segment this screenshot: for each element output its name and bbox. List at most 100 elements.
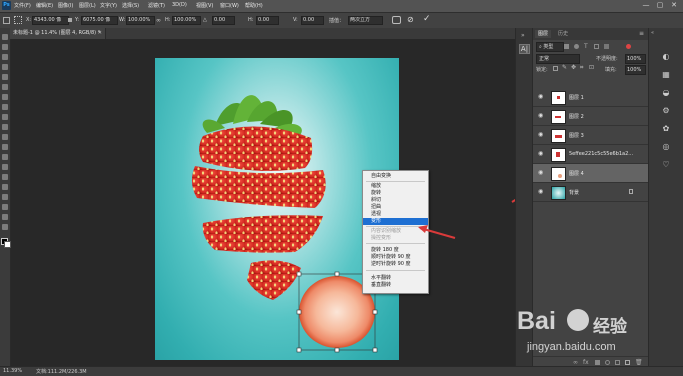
marquee-tool-icon[interactable] [2, 44, 8, 50]
vskew-input[interactable]: 0.00 [301, 16, 324, 25]
w-input[interactable]: 100.00% [126, 16, 155, 25]
brush-tool-icon[interactable] [2, 104, 8, 110]
link-icon[interactable]: ∞ [156, 17, 161, 24]
ps-logo-icon[interactable]: Ps [2, 1, 11, 10]
menu-perspective[interactable]: 透视 [363, 211, 428, 218]
x-input[interactable]: 4343.00 像 [32, 16, 69, 25]
quick-select-tool-icon[interactable] [2, 64, 8, 70]
paths-panel-icon[interactable]: ♡ [660, 160, 672, 170]
filter-toggle-icon[interactable] [626, 44, 631, 49]
menu-edit[interactable]: 编辑(E) [36, 2, 53, 9]
styles-panel-icon[interactable]: ✿ [660, 124, 672, 134]
eyedropper-tool-icon[interactable] [2, 84, 8, 90]
history-panel-icon[interactable]: A| [519, 44, 530, 54]
move-tool-icon[interactable] [2, 34, 8, 40]
layer-name[interactable]: 图层 1 [569, 94, 584, 101]
menu-free-transform[interactable]: 自由变换 [363, 173, 428, 180]
layer-row[interactable]: ◉ 背景 [533, 183, 649, 202]
history-brush-tool-icon[interactable] [2, 124, 8, 130]
visibility-eye-icon[interactable]: ◉ [538, 170, 544, 176]
menu-content-aware-scale[interactable]: 内容识别缩放 [363, 228, 428, 235]
angle-input[interactable]: 0.00 [212, 16, 235, 25]
cancel-transform-icon[interactable]: ⊘ [407, 15, 414, 25]
document-tab[interactable]: 未标题-1 @ 11.4% (图层 4, RGB/8) * ✕ [10, 28, 106, 39]
h-input[interactable]: 100.00% [172, 16, 201, 25]
menu-select[interactable]: 选择(S) [122, 2, 139, 9]
shape-filter-icon[interactable] [594, 44, 599, 49]
visibility-eye-icon[interactable]: ◉ [538, 189, 544, 195]
reference-point-icon[interactable] [14, 16, 22, 24]
menu-filter[interactable]: 滤镜(T) [148, 2, 165, 9]
menu-flip-vertical[interactable]: 垂直翻转 [363, 282, 428, 289]
type-filter-icon[interactable]: T [584, 43, 588, 50]
lock-artboard-icon[interactable]: ⌗ [580, 64, 583, 72]
opacity-input[interactable]: 100% [625, 54, 646, 64]
layer-row[interactable]: ◉ 图层 1 [533, 88, 649, 107]
layer-filter-select[interactable]: ⌕ 类型 [536, 42, 564, 52]
menu-puppet-warp[interactable]: 操控变形 [363, 235, 428, 242]
properties-panel-icon[interactable]: ⚙ [660, 106, 672, 116]
color-panel-icon[interactable]: ◐ [660, 52, 672, 62]
layer-row-selected[interactable]: ◉ 图层 4 [533, 164, 649, 183]
warp-mode-icon[interactable] [392, 16, 401, 24]
menu-flip-horizontal[interactable]: 水平翻转 [363, 275, 428, 282]
menu-distort[interactable]: 扭曲 [363, 204, 428, 211]
menu-type[interactable]: 文字(Y) [100, 2, 117, 9]
stamp-tool-icon[interactable] [2, 114, 8, 120]
zoom-level[interactable]: 11.39% [3, 368, 22, 374]
type-tool-icon[interactable] [2, 184, 8, 190]
visibility-eye-icon[interactable]: ◉ [538, 113, 544, 119]
layer-row[interactable]: ◉ 5effee221c5c55e6b1a2... [533, 145, 649, 164]
pen-tool-icon[interactable] [2, 174, 8, 180]
tab-history[interactable]: 历史 [555, 30, 571, 38]
blend-mode-select[interactable]: 正常 [536, 54, 580, 64]
visibility-eye-icon[interactable]: ◉ [538, 94, 544, 100]
pixel-filter-icon[interactable] [564, 44, 569, 49]
hskew-input[interactable]: 0.00 [256, 16, 279, 25]
move-tool-icon[interactable] [3, 17, 10, 24]
menu-file[interactable]: 文件(F) [14, 2, 31, 9]
menu-rotate-180[interactable]: 旋转 180 度 [363, 247, 428, 254]
eraser-tool-icon[interactable] [2, 134, 8, 140]
gradient-tool-icon[interactable] [2, 144, 8, 150]
menu-warp[interactable]: 变形 [363, 218, 428, 225]
crop-tool-icon[interactable] [2, 74, 8, 80]
visibility-eye-icon[interactable]: ◉ [538, 132, 544, 138]
background-color-swatch[interactable] [4, 241, 11, 248]
layer-name[interactable]: 图层 4 [569, 170, 584, 177]
zoom-tool-icon[interactable] [2, 224, 8, 230]
menu-image[interactable]: 图像(I) [58, 2, 73, 9]
close-tab-icon[interactable]: ✕ [98, 28, 102, 39]
menu-3d[interactable]: 3D(D) [172, 2, 187, 8]
channels-panel-icon[interactable]: ◎ [660, 142, 672, 152]
menu-view[interactable]: 视图(V) [196, 2, 213, 9]
healing-tool-icon[interactable] [2, 94, 8, 100]
layer-row[interactable]: ◉ 图层 3 [533, 126, 649, 145]
layer-name[interactable]: 5effee221c5c55e6b1a2... [569, 151, 633, 157]
menu-rotate[interactable]: 旋转 [363, 190, 428, 197]
maximize-button[interactable]: ▢ [656, 1, 664, 10]
y-input[interactable]: 6075.00 像 [81, 16, 118, 25]
tab-layers[interactable]: 图层 [535, 30, 552, 38]
menu-window[interactable]: 窗口(W) [220, 2, 239, 9]
swatches-panel-icon[interactable]: ▦ [660, 70, 672, 80]
dodge-tool-icon[interactable] [2, 164, 8, 170]
menu-help[interactable]: 帮助(H) [245, 2, 263, 9]
path-select-tool-icon[interactable] [2, 194, 8, 200]
minimize-button[interactable]: — [642, 1, 650, 10]
close-window-button[interactable]: ✕ [670, 1, 678, 10]
menu-rotate-90-cw[interactable]: 顺时针旋转 90 度 [363, 254, 428, 261]
menu-rotate-90-ccw[interactable]: 逆时针旋转 90 度 [363, 261, 428, 268]
hand-tool-icon[interactable] [2, 214, 8, 220]
menu-skew[interactable]: 斜切 [363, 197, 428, 204]
adjustment-filter-icon[interactable] [574, 44, 579, 49]
interpolation-select[interactable]: 两次立方 [348, 16, 383, 25]
layer-name[interactable]: 图层 3 [569, 132, 584, 139]
layer-name[interactable]: 背景 [569, 189, 579, 196]
layer-row[interactable]: ◉ 图层 2 [533, 107, 649, 126]
lasso-tool-icon[interactable] [2, 54, 8, 60]
menu-layer[interactable]: 图层(L) [79, 2, 96, 9]
lock-position-icon[interactable]: ✥ [571, 64, 576, 71]
visibility-eye-icon[interactable]: ◉ [538, 151, 544, 157]
fill-input[interactable]: 100% [625, 65, 646, 75]
